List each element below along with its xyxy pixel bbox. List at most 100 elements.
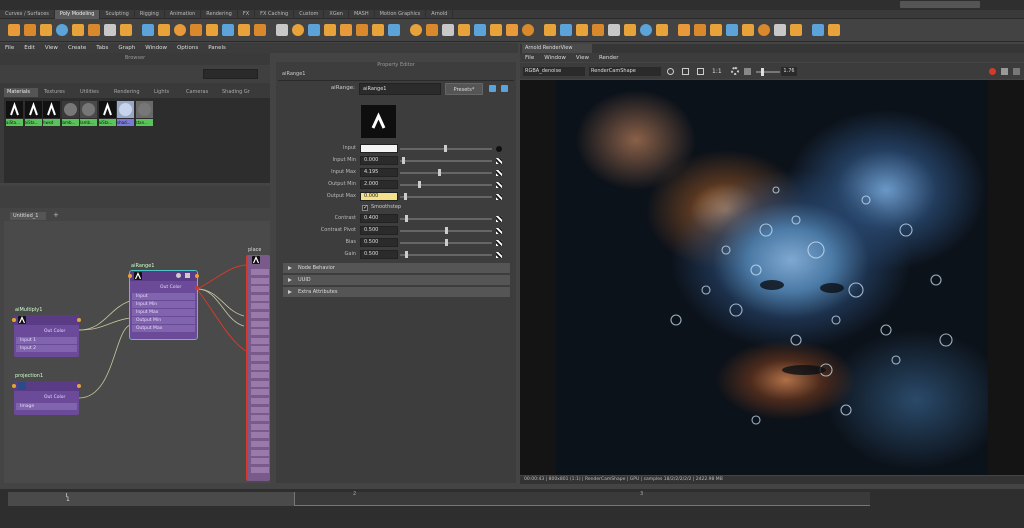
menu-file[interactable]: File — [0, 43, 19, 53]
shelf-tool-icon[interactable] — [142, 24, 154, 36]
shelf-tab[interactable]: Custom — [294, 10, 325, 19]
attr2-slider[interactable] — [400, 226, 492, 235]
shelf-tool-icon[interactable] — [560, 24, 572, 36]
shelf-tool-icon[interactable] — [426, 24, 438, 36]
node-input-port[interactable] — [12, 318, 16, 322]
node-port-row[interactable] — [251, 415, 269, 422]
node-port-image[interactable]: Image — [16, 403, 77, 410]
node-port-input-min[interactable]: Input Min — [132, 301, 195, 308]
attr2-slider[interactable] — [400, 238, 492, 247]
node-port-row[interactable] — [251, 389, 269, 396]
browser-tab-rendering[interactable]: Rendering — [114, 88, 140, 97]
shelf-tool-icon[interactable] — [120, 24, 132, 36]
map-button-icon[interactable] — [496, 239, 502, 246]
shelf-tool-icon[interactable] — [544, 24, 556, 36]
shelf-tool-icon[interactable] — [56, 24, 68, 36]
map-button-icon[interactable] — [496, 193, 502, 200]
shelf-tool-icon[interactable] — [576, 24, 588, 36]
rv-menu-render[interactable]: Render — [594, 53, 624, 63]
attr2-field[interactable]: 0.400 — [360, 214, 398, 223]
node-port-row[interactable] — [251, 423, 269, 430]
render-options-icon[interactable] — [1013, 68, 1020, 75]
browser-tab-textures[interactable]: Textures — [44, 88, 65, 97]
timeline-track[interactable] — [8, 492, 870, 506]
node-port-row[interactable] — [251, 441, 269, 447]
node-port-row[interactable] — [251, 406, 269, 413]
node-port-output-max[interactable]: Output Max — [132, 325, 195, 332]
node-port-row[interactable] — [251, 355, 269, 361]
render-record-icon[interactable] — [989, 68, 996, 75]
node-port-row[interactable] — [251, 449, 269, 456]
shelf-tab[interactable]: FX — [238, 10, 256, 19]
exposure-slider[interactable] — [756, 68, 780, 76]
node-output-port[interactable] — [77, 318, 81, 322]
render-pause-icon[interactable] — [1001, 68, 1008, 75]
node-port-row[interactable] — [251, 320, 269, 327]
node-port-input2[interactable]: Input 2 — [16, 345, 77, 352]
map-button-icon[interactable] — [496, 181, 502, 188]
material-swatch[interactable]: aiSta... — [98, 101, 116, 127]
attr2-field[interactable]: 0.500 — [360, 238, 398, 247]
section-extra-attributes[interactable]: Extra Attributes — [283, 287, 510, 297]
graph-tab-untitled[interactable]: Untitled_1 — [10, 212, 46, 220]
shelf-tool-icon[interactable] — [40, 24, 52, 36]
node-port-row[interactable] — [251, 329, 269, 336]
shelf-tool-icon[interactable] — [388, 24, 400, 36]
attr-field[interactable]: 2.000 — [360, 180, 398, 189]
render-viewport[interactable] — [520, 80, 1024, 475]
shelf-tab[interactable]: MASH — [349, 10, 375, 19]
shelf-tab[interactable]: Rendering — [201, 10, 238, 19]
node-port-row[interactable] — [251, 398, 269, 404]
channel-icon[interactable] — [744, 68, 751, 75]
attr-field[interactable]: 0.000 — [360, 192, 398, 201]
workspace-field[interactable] — [900, 1, 980, 8]
material-swatch[interactable]: aiSta... — [24, 101, 42, 127]
shelf-tool-icon[interactable] — [506, 24, 518, 36]
node-output-port[interactable] — [195, 274, 199, 278]
map-button-icon[interactable] — [496, 251, 502, 258]
node-port-input[interactable]: Input — [132, 293, 195, 300]
map-button-icon[interactable] — [496, 215, 502, 222]
node-port-row[interactable] — [251, 277, 269, 284]
smoothstep-checkbox[interactable]: ✓ — [362, 204, 368, 211]
aov-dropdown[interactable]: RGBA_denoise — [523, 67, 585, 76]
shelf-tool-icon[interactable] — [174, 24, 186, 36]
shelf-tab[interactable]: Sculpting — [100, 10, 135, 19]
slider-handle[interactable] — [445, 227, 448, 234]
shelf-tab[interactable]: Animation — [165, 10, 202, 19]
add-tab-icon[interactable]: + — [53, 211, 59, 219]
node-toggle-icon[interactable] — [176, 273, 181, 278]
menu-tabs[interactable]: Tabs — [91, 43, 113, 53]
node-port-output-min[interactable]: Output Min — [132, 317, 195, 324]
shelf-tool-icon[interactable] — [458, 24, 470, 36]
node-port-row[interactable] — [251, 337, 269, 344]
attr-field[interactable] — [360, 144, 398, 153]
node-port-row[interactable] — [251, 286, 269, 293]
browser-tab-materials[interactable]: Materials — [4, 88, 38, 97]
shelf-tab[interactable]: XGen — [324, 10, 349, 19]
shelf-tool-icon[interactable] — [790, 24, 802, 36]
render-play-icon[interactable] — [667, 68, 674, 75]
attr-slider[interactable] — [400, 168, 492, 177]
shelf-tool-icon[interactable] — [726, 24, 738, 36]
browser-tab-cameras[interactable]: Cameras — [186, 88, 208, 97]
node-name-field[interactable]: aiRange1 — [359, 83, 441, 95]
node-graph-canvas[interactable]: aiRange1 Out Color Input Input Min Input… — [4, 221, 270, 483]
material-swatch[interactable]: lamb... — [61, 101, 79, 127]
renderview-title[interactable]: Arnold RenderView — [522, 44, 592, 53]
attr-slider[interactable] — [400, 144, 492, 153]
settings-gear-icon[interactable] — [731, 67, 739, 75]
section-node-behavior[interactable]: Node Behavior — [283, 263, 510, 273]
browser-tab-shading-groups[interactable]: Shading Gr — [222, 88, 250, 97]
attr-field[interactable]: 4.195 — [360, 168, 398, 177]
slider-handle[interactable] — [418, 181, 421, 188]
attr-sync-icon[interactable] — [489, 85, 496, 92]
shelf-tool-icon[interactable] — [88, 24, 100, 36]
node-place[interactable] — [246, 255, 270, 481]
slider-handle[interactable] — [405, 215, 408, 222]
shelf-tool-icon[interactable] — [324, 24, 336, 36]
node-out-color-port[interactable] — [195, 286, 199, 290]
node-close-icon[interactable] — [185, 273, 190, 278]
attr2-field[interactable]: 0.500 — [360, 226, 398, 235]
shelf-tool-icon[interactable] — [490, 24, 502, 36]
